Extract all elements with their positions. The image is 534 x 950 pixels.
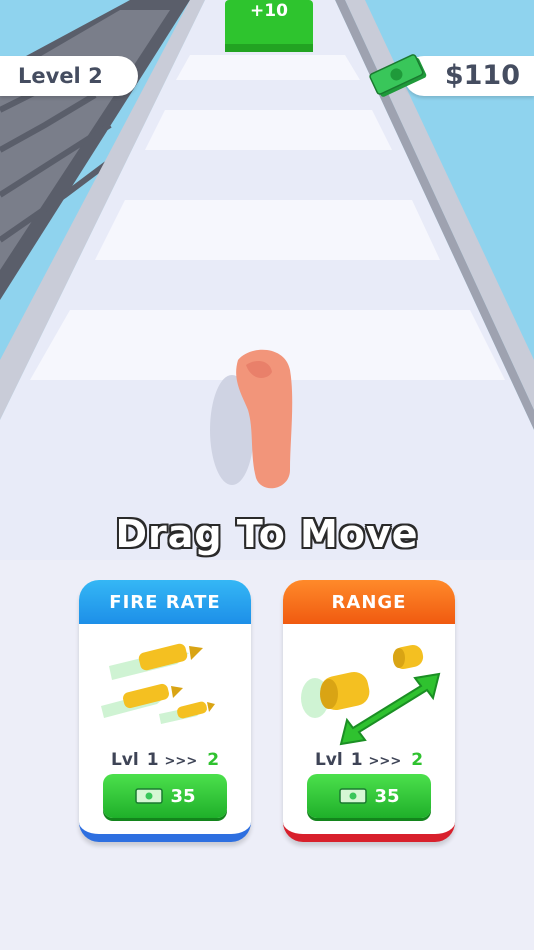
drag-hint: Drag To Move: [115, 512, 419, 556]
cash-stack-icon: [369, 54, 427, 97]
range-title: RANGE: [283, 580, 455, 624]
cash-icon: [339, 788, 368, 804]
cash-icon: [135, 788, 164, 804]
fire-rate-buy-button[interactable]: 35: [103, 774, 227, 818]
fire-rate-lvl-prefix: Lvl: [110, 750, 139, 770]
level-indicator: Level 2: [0, 56, 138, 96]
fire-rate-card[interactable]: FIRE RATE Lvl 1 >>> 2 35: [79, 580, 251, 842]
fire-rate-lvl-next: 2: [207, 750, 220, 770]
fire-rate-lvl-current: 1: [146, 750, 159, 770]
money-value: $110: [444, 60, 520, 91]
range-level: Lvl 1 >>> 2: [283, 750, 455, 770]
fire-rate-arrows: >>>: [164, 754, 198, 769]
gate-label: +10: [250, 1, 288, 21]
fire-rate-price: 35: [170, 785, 196, 807]
range-lvl-next: 2: [411, 750, 424, 770]
range-price: 35: [374, 785, 400, 807]
range-buy-button[interactable]: 35: [307, 774, 431, 818]
fire-rate-level: Lvl 1 >>> 2: [79, 750, 251, 770]
bullets-icon: [101, 643, 215, 724]
fire-rate-title: FIRE RATE: [79, 580, 251, 624]
range-arrows: >>>: [368, 754, 402, 769]
range-lvl-prefix: Lvl: [314, 750, 343, 770]
level-label: Level 2: [18, 64, 103, 88]
range-arrow-icon: [301, 644, 441, 746]
range-lvl-current: 1: [350, 750, 363, 770]
range-card[interactable]: RANGE Lvl 1 >>> 2 35: [283, 580, 455, 842]
